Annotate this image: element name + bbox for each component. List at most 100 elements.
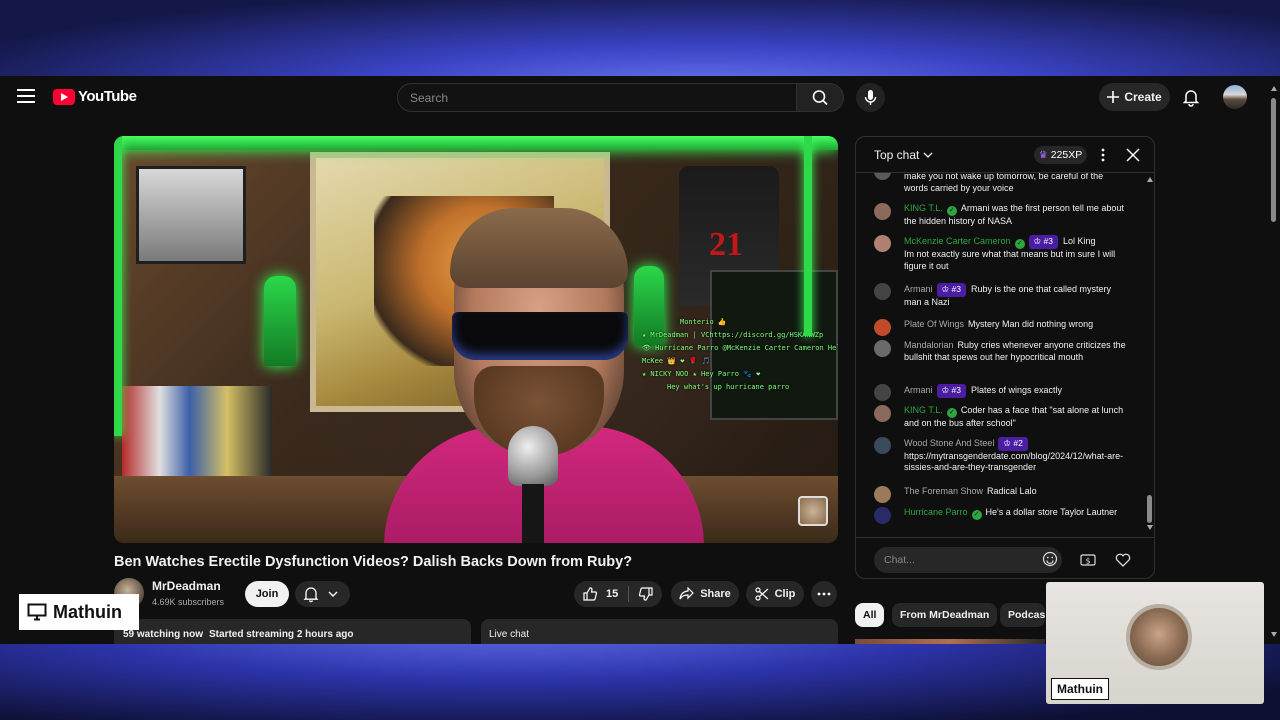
overlay-line: McKee 👑 ❤ 🌹 🎵 <box>642 357 711 365</box>
join-button[interactable]: Join <box>245 581 289 607</box>
close-chat-button[interactable] <box>1124 146 1142 164</box>
chat-author[interactable]: Hurricane Parro <box>904 507 968 517</box>
jersey-number: 21 <box>709 226 743 263</box>
chat-scrollbar[interactable] <box>1146 177 1154 532</box>
chat-message: Armani ♔ #3 Ruby is the one that called my… <box>874 283 1126 308</box>
share-icon <box>679 587 695 600</box>
member-badge: ♔ #3 <box>936 283 966 297</box>
chat-scroll-thumb[interactable] <box>1147 495 1152 523</box>
chip-from-channel[interactable]: From MrDeadman <box>892 603 998 627</box>
scroll-up-arrow[interactable] <box>1271 86 1277 91</box>
chat-author[interactable]: Plate Of Wings <box>904 319 964 329</box>
chat-text: He's a dollar store Taylor Lautner <box>985 507 1118 517</box>
search-button[interactable] <box>796 83 844 112</box>
menu-icon[interactable] <box>17 89 35 103</box>
chat-author[interactable]: Wood Stone And Steel <box>904 438 994 448</box>
scroll-down-arrow[interactable] <box>1147 525 1153 530</box>
scroll-up-arrow[interactable] <box>1147 177 1153 182</box>
chat-text-continued: Im not exactly sure what that means but … <box>904 249 1116 271</box>
chip-all[interactable]: All <box>855 603 885 627</box>
clip-button[interactable]: Clip <box>746 581 804 607</box>
close-icon <box>1126 148 1140 162</box>
account-avatar[interactable] <box>1223 85 1247 109</box>
chat-avatar[interactable] <box>874 340 891 357</box>
voice-search-button[interactable] <box>856 83 885 112</box>
create-label: Create <box>1124 90 1162 104</box>
chat-message: make you not wake up tomorrow, be carefu… <box>874 173 1126 194</box>
video-streamer <box>384 208 704 543</box>
verified-icon: ✓ <box>946 206 957 216</box>
chat-author[interactable]: KING T.L. <box>904 203 943 213</box>
badge-rank: #3 <box>1043 236 1053 246</box>
chat-avatar[interactable] <box>874 486 891 503</box>
chat-header: Top chat ♛ 225XP <box>856 137 1154 173</box>
overlay-line: Hey what's up hurricane parro <box>667 383 790 391</box>
more-actions-button[interactable] <box>811 581 837 607</box>
search-icon <box>812 90 828 106</box>
super-chat-button[interactable]: $ <box>1074 547 1102 573</box>
video-player[interactable]: 21 Monterio 👍 ★ MrDeadman | VChttps://di… <box>114 136 838 543</box>
dislike-button[interactable] <box>629 586 662 602</box>
chat-author[interactable]: Armani <box>904 284 933 294</box>
page-scrollbar[interactable] <box>1268 84 1277 644</box>
like-button[interactable]: 15 <box>574 586 628 602</box>
description-box[interactable]: 59 watching now Started streaming 2 hours… <box>114 619 471 644</box>
stream-start: Started streaming 2 hours ago <box>209 629 354 640</box>
youtube-window: YouTube Create <box>0 76 1280 644</box>
chat-author[interactable]: The Foreman Show <box>904 486 983 496</box>
heart-button[interactable] <box>1109 547 1137 573</box>
webcam-person <box>1126 604 1192 670</box>
chat-avatar[interactable] <box>874 507 891 524</box>
chat-avatar[interactable] <box>874 235 891 252</box>
related-thumbnail[interactable] <box>855 639 1045 644</box>
video-led-left <box>114 136 122 436</box>
chat-avatar <box>874 173 891 180</box>
member-badge: ♔ #3 <box>936 384 966 398</box>
page-scroll-thumb[interactable] <box>1271 98 1276 222</box>
chat-avatar[interactable] <box>874 405 891 422</box>
chat-author[interactable]: KING T.L. <box>904 405 943 415</box>
channel-name[interactable]: MrDeadman <box>152 579 221 593</box>
chat-avatar[interactable] <box>874 283 891 300</box>
badge-rank: #3 <box>951 385 961 395</box>
scroll-down-arrow[interactable] <box>1271 632 1277 637</box>
member-badge: ♔ #3 <box>1028 235 1058 249</box>
subscription-bell-button[interactable] <box>295 581 350 607</box>
chat-author[interactable]: Armani <box>904 385 933 395</box>
subscriber-count: 4.69K subscribers <box>152 597 225 607</box>
streamer-sunglasses <box>452 312 628 360</box>
emoji-button[interactable] <box>1042 551 1058 567</box>
svg-text:$: $ <box>1085 557 1090 566</box>
chat-author[interactable]: McKenzie Carter Cameron <box>904 236 1011 246</box>
chat-more-button[interactable] <box>1096 146 1110 164</box>
xp-badge[interactable]: ♛ 225XP <box>1034 146 1087 164</box>
chat-input[interactable] <box>874 547 1062 573</box>
verified-icon: ✓ <box>1014 239 1025 249</box>
youtube-play-icon <box>53 88 75 105</box>
live-chat-toggle[interactable]: Live chat <box>481 619 838 644</box>
like-dislike-group: 15 <box>574 581 662 607</box>
webcam-name-label: Mathuin <box>1051 678 1109 700</box>
chat-text: Ruby is the one that called mystery man … <box>904 284 1112 307</box>
share-button[interactable]: Share <box>671 581 739 607</box>
bell-icon <box>303 587 338 603</box>
video-title: Ben Watches Erectile Dysfunction Videos?… <box>114 554 633 570</box>
chip-podcast[interactable]: Podcast <box>1000 603 1045 627</box>
notifications-button[interactable] <box>1180 86 1202 108</box>
chat-avatar[interactable] <box>874 437 891 454</box>
share-label: Share <box>700 588 731 600</box>
desktop-background-top <box>0 0 1280 76</box>
youtube-logo[interactable]: YouTube <box>53 88 137 105</box>
more-horizontal-icon <box>817 592 831 596</box>
badge-rank: #3 <box>951 284 961 294</box>
plus-icon <box>1107 91 1120 103</box>
chat-avatar[interactable] <box>874 319 891 336</box>
video-poster <box>136 166 246 264</box>
search-input[interactable] <box>398 84 796 111</box>
chat-avatar[interactable] <box>874 384 891 401</box>
chat-mode-selector[interactable]: Top chat <box>874 148 933 162</box>
chat-message: Plate Of Wings Mystery Man did nothing wr… <box>874 319 1126 336</box>
create-button[interactable]: Create <box>1099 83 1170 111</box>
chat-author[interactable]: Mandalorian <box>904 340 954 350</box>
chat-avatar[interactable] <box>874 203 891 220</box>
